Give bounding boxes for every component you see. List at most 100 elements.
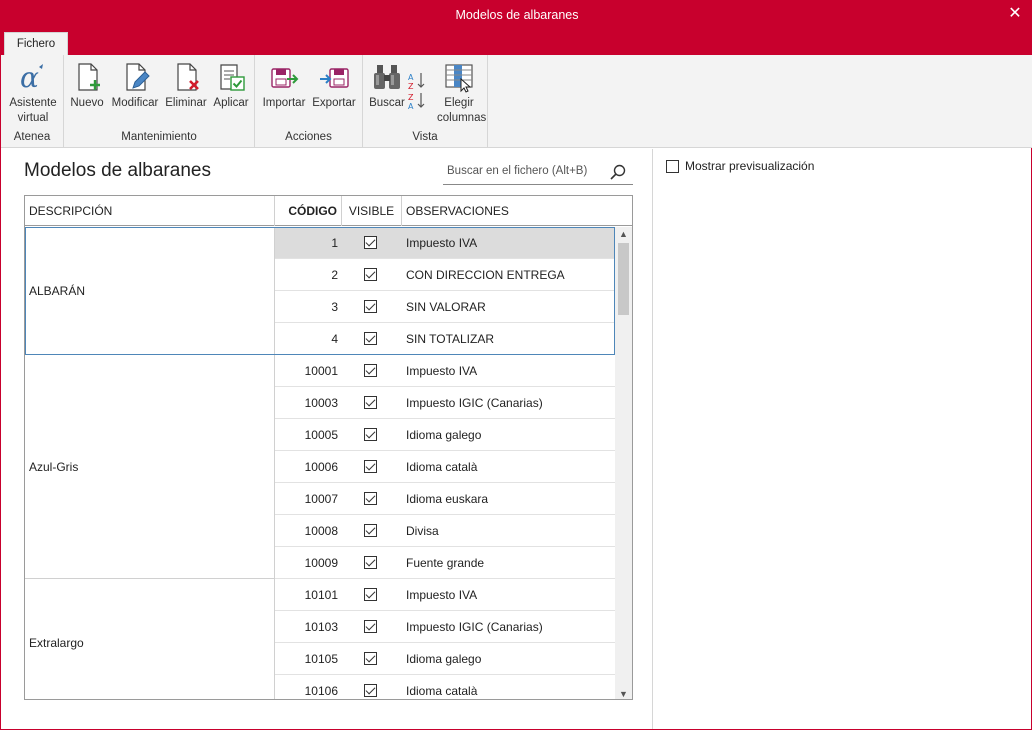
- group-label-atenea: Atenea: [13, 131, 51, 143]
- search-box: [443, 159, 633, 185]
- visible-checkbox[interactable]: [364, 364, 377, 377]
- visible-checkbox[interactable]: [364, 236, 377, 249]
- table-row[interactable]: 10008 Divisa: [275, 515, 615, 547]
- preview-checkbox[interactable]: [666, 160, 679, 173]
- window-title: Modelos de albaranes: [455, 8, 579, 22]
- visible-checkbox[interactable]: [364, 332, 377, 345]
- group-cell[interactable]: Azul-Gris: [25, 355, 275, 579]
- buscar-button[interactable]: Buscar: [368, 61, 406, 111]
- visible-checkbox[interactable]: [364, 588, 377, 601]
- app-window: Modelos de albaranes ✕ Fichero α Asisten…: [0, 0, 1032, 730]
- visible-checkbox[interactable]: [364, 268, 377, 281]
- svg-text:A: A: [408, 102, 414, 111]
- svg-text:A: A: [408, 73, 414, 82]
- group-name: Extralargo: [29, 635, 84, 650]
- exportar-label: Exportar: [312, 97, 356, 109]
- ribbon: α Asistente virtual Atenea Nuevo Modific…: [1, 55, 1032, 148]
- asistente-virtual-button[interactable]: α Asistente virtual: [5, 61, 61, 126]
- export-icon: [320, 68, 349, 88]
- cell-observaciones: CON DIRECCION ENTREGA: [406, 268, 565, 282]
- column-header-visible[interactable]: VISIBLE: [342, 196, 402, 226]
- albaranes-grid: DESCRIPCIÓN CÓDIGO VISIBLE OBSERVACIONES…: [24, 195, 633, 700]
- importar-button[interactable]: Importar: [260, 61, 308, 111]
- importar-label: Importar: [262, 97, 306, 109]
- column-header-descripcion[interactable]: DESCRIPCIÓN: [25, 196, 275, 226]
- table-row[interactable]: 4 SIN TOTALIZAR: [275, 323, 615, 355]
- elegir-columnas-label: Elegir columnas: [437, 97, 487, 124]
- delete-document-icon: [177, 63, 199, 91]
- cell-codigo: 10106: [304, 684, 338, 698]
- choose-columns-icon: [445, 64, 473, 93]
- table-row[interactable]: 10003 Impuesto IGIC (Canarias): [275, 387, 615, 419]
- table-row[interactable]: 3 SIN VALORAR: [275, 291, 615, 323]
- ribbon-group-atenea: α Asistente virtual Atenea: [1, 55, 64, 148]
- scroll-up-icon[interactable]: ▲: [615, 227, 632, 241]
- eliminar-button[interactable]: Eliminar: [163, 61, 209, 111]
- aplicar-label: Aplicar: [213, 97, 249, 109]
- cell-codigo: 2: [331, 268, 338, 282]
- scroll-down-icon[interactable]: ▼: [615, 687, 632, 699]
- visible-checkbox[interactable]: [364, 428, 377, 441]
- nuevo-button[interactable]: Nuevo: [69, 61, 105, 111]
- tab-fichero[interactable]: Fichero: [4, 32, 68, 55]
- group-label-vista: Vista: [412, 131, 438, 143]
- visible-checkbox[interactable]: [364, 524, 377, 537]
- visible-checkbox[interactable]: [364, 620, 377, 633]
- cell-observaciones: Impuesto IGIC (Canarias): [406, 396, 543, 410]
- cell-codigo: 1: [331, 236, 338, 250]
- edit-document-icon: [126, 63, 150, 91]
- cell-observaciones: SIN VALORAR: [406, 300, 486, 314]
- page-title: Modelos de albaranes: [24, 160, 211, 181]
- table-row[interactable]: 2 CON DIRECCION ENTREGA: [275, 259, 615, 291]
- cell-codigo: 10008: [304, 524, 338, 538]
- scrollbar-thumb[interactable]: [618, 243, 629, 315]
- cell-codigo: 10103: [304, 620, 338, 634]
- visible-checkbox[interactable]: [364, 460, 377, 473]
- cell-codigo: 10105: [304, 652, 338, 666]
- table-row[interactable]: 10103 Impuesto IGIC (Canarias): [275, 611, 615, 643]
- cell-observaciones: SIN TOTALIZAR: [406, 332, 495, 346]
- column-header-observaciones[interactable]: OBSERVACIONES: [402, 196, 615, 226]
- group-cell[interactable]: ALBARÁN: [25, 227, 275, 355]
- exportar-button[interactable]: Exportar: [310, 61, 358, 111]
- cell-observaciones: Impuesto IVA: [406, 364, 478, 378]
- cell-codigo: 10009: [304, 556, 338, 570]
- table-row[interactable]: 10005 Idioma galego: [275, 419, 615, 451]
- cell-codigo: 3: [331, 300, 338, 314]
- ribbon-group-acciones: Importar Exportar Acciones: [255, 55, 363, 148]
- modificar-label: Modificar: [111, 97, 159, 109]
- vertical-scrollbar[interactable]: ▲ ▼: [615, 227, 632, 699]
- visible-checkbox[interactable]: [364, 684, 377, 697]
- visible-checkbox[interactable]: [364, 492, 377, 505]
- group-cell[interactable]: Extralargo: [25, 579, 275, 699]
- table-row[interactable]: 10006 Idioma català: [275, 451, 615, 483]
- sort-az-icon: A Z Z A: [408, 73, 425, 111]
- visible-checkbox[interactable]: [364, 300, 377, 313]
- search-icon[interactable]: [609, 163, 627, 181]
- cell-observaciones: Idioma galego: [406, 428, 482, 442]
- table-row[interactable]: 10009 Fuente grande: [275, 547, 615, 579]
- sort-button[interactable]: A Z Z A: [407, 61, 427, 111]
- visible-checkbox[interactable]: [364, 652, 377, 665]
- table-row[interactable]: 10101 Impuesto IVA: [275, 579, 615, 611]
- visible-checkbox[interactable]: [364, 556, 377, 569]
- table-row[interactable]: 10106 Idioma català: [275, 675, 615, 699]
- search-input[interactable]: [447, 162, 597, 180]
- visible-checkbox[interactable]: [364, 396, 377, 409]
- aplicar-button[interactable]: Aplicar: [211, 61, 251, 111]
- close-icon[interactable]: ✕: [1005, 4, 1025, 24]
- table-row[interactable]: 10001 Impuesto IVA: [275, 355, 615, 387]
- column-header-codigo[interactable]: CÓDIGO: [275, 196, 342, 226]
- grid-header: DESCRIPCIÓN CÓDIGO VISIBLE OBSERVACIONES: [25, 196, 632, 226]
- apply-checklist-icon: [220, 64, 245, 91]
- table-row[interactable]: 10105 Idioma galego: [275, 643, 615, 675]
- cell-observaciones: Idioma euskara: [406, 492, 489, 506]
- modificar-button[interactable]: Modificar: [109, 61, 161, 111]
- cell-codigo: 10005: [304, 428, 338, 442]
- cell-codigo: 4: [331, 332, 338, 346]
- ribbon-group-vista: Buscar A Z Z A Elegir columnas Vista: [363, 55, 488, 148]
- elegir-columnas-button[interactable]: Elegir columnas: [435, 61, 487, 126]
- table-row[interactable]: 10007 Idioma euskara: [275, 483, 615, 515]
- cell-codigo: 10001: [304, 364, 338, 378]
- table-row[interactable]: 1 Impuesto IVA: [275, 227, 615, 259]
